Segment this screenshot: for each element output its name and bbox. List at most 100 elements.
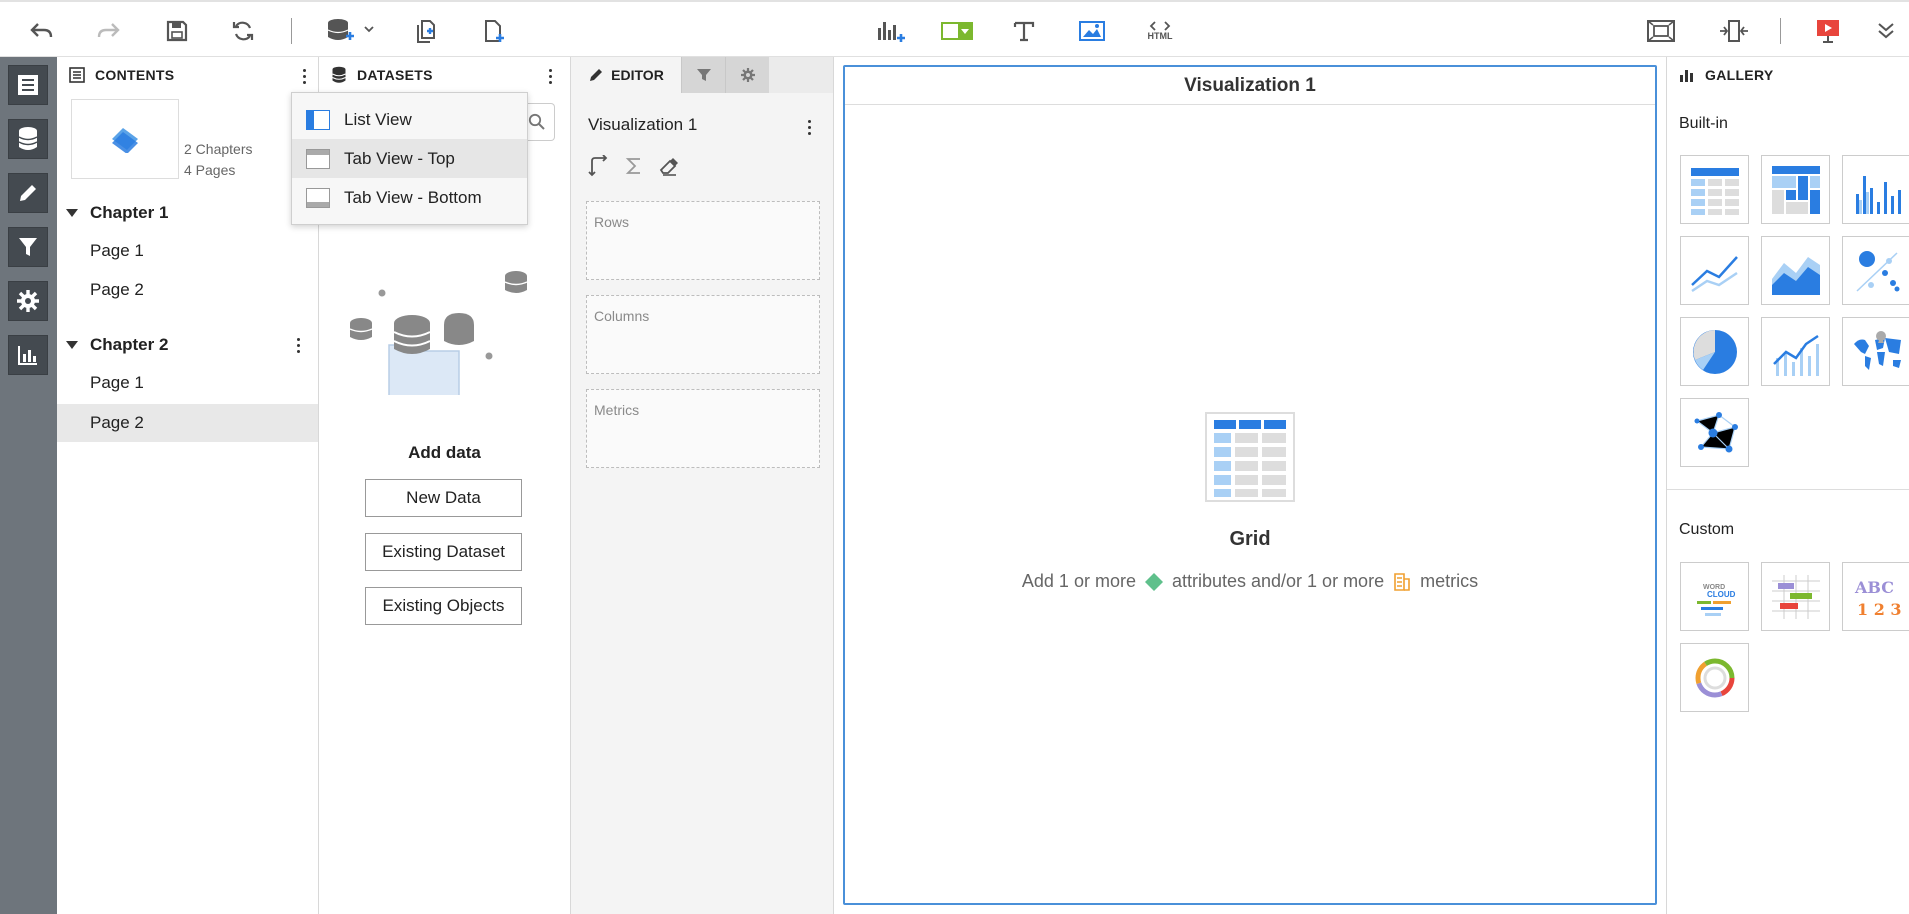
gallery-panel: GALLERY Built-in Custom WORD CLOUD ABC 1… <box>1666 57 1909 914</box>
heatmap-visualization-tile[interactable] <box>1761 155 1830 224</box>
eraser-icon[interactable] <box>658 155 680 182</box>
columns-drop-zone[interactable]: Columns <box>586 295 820 374</box>
main-toolbar: HTML <box>0 0 1909 57</box>
metric-icon <box>1394 572 1410 591</box>
add-data-illustration <box>349 271 528 395</box>
save-icon[interactable] <box>160 14 194 48</box>
undo-icon[interactable] <box>25 14 59 48</box>
contents-header: CONTENTS <box>57 57 318 93</box>
editor-icon[interactable] <box>8 173 48 213</box>
donut-chart-tile[interactable] <box>1680 643 1749 712</box>
rows-drop-zone[interactable]: Rows <box>586 201 820 280</box>
left-rail <box>0 57 57 914</box>
network-tile[interactable] <box>1680 398 1749 467</box>
tab-editor[interactable]: EDITOR <box>571 57 681 93</box>
drop-zone-label: Columns <box>594 308 650 324</box>
list-view-icon <box>306 110 330 130</box>
editor-viz-name: Visualization 1 <box>588 115 698 134</box>
grid-title: Grid <box>1229 528 1271 550</box>
toolbar-separator <box>1780 18 1781 44</box>
chapter-2-page-1[interactable]: Page 1 <box>57 364 318 402</box>
chapter-1-page-1[interactable]: Page 1 <box>57 232 318 270</box>
combo-chart-tile[interactable] <box>1761 317 1830 386</box>
gear-icon <box>740 68 755 82</box>
tab-view-top-icon <box>306 149 330 169</box>
filter-icon[interactable] <box>8 227 48 267</box>
datasets-icon[interactable] <box>8 119 48 159</box>
chapter-expand-icon[interactable] <box>66 341 78 349</box>
editor-tabs: EDITOR <box>571 57 833 93</box>
metrics-drop-zone[interactable]: Metrics <box>586 389 820 468</box>
datasets-more-icon[interactable] <box>540 64 560 88</box>
dossier-thumbnail[interactable] <box>71 99 179 179</box>
contents-summary: 2 Chapters 4 Pages <box>184 139 252 181</box>
duplicate-page-icon[interactable] <box>410 14 444 48</box>
tab-view-bottom-icon <box>306 188 330 208</box>
database-icon <box>332 66 346 83</box>
bar-chart-tile[interactable] <box>1842 155 1909 224</box>
chapter-2[interactable]: Chapter 2 <box>57 326 318 364</box>
contents-view-menu: List View Tab View - Top Tab View - Bott… <box>291 92 528 225</box>
existing-dataset-button[interactable]: Existing Dataset <box>365 533 522 571</box>
dossier-logo-icon <box>112 128 138 153</box>
chapter-1[interactable]: Chapter 1 <box>57 194 318 232</box>
drop-zone-label: Metrics <box>594 402 640 418</box>
chapter-1-page-2[interactable]: Page 2 <box>57 271 318 309</box>
new-data-button[interactable]: New Data <box>365 479 522 517</box>
editor-tab-label: EDITOR <box>611 67 664 83</box>
drop-zone-label: Rows <box>594 214 630 230</box>
gantt-chart-tile[interactable] <box>1761 562 1830 631</box>
contents-more-icon[interactable] <box>294 64 314 88</box>
page-label: Page 2 <box>90 413 144 432</box>
page-label: Page 1 <box>90 373 144 392</box>
grid-placeholder-icon <box>1205 412 1295 502</box>
add-data-icon[interactable] <box>322 14 378 48</box>
html-container-icon[interactable]: HTML <box>1140 14 1180 48</box>
pie-chart-tile[interactable] <box>1680 317 1749 386</box>
menu-item-label: List View <box>344 109 412 129</box>
menu-item-tab-view-top[interactable]: Tab View - Top <box>292 139 527 178</box>
menu-item-list-view[interactable]: List View <box>292 100 527 139</box>
kpi-text-tile[interactable]: ABC 1 2 3 <box>1842 562 1909 631</box>
svg-text:CLOUD: CLOUD <box>1707 590 1736 599</box>
sum-icon[interactable] <box>623 155 645 182</box>
editor-panel: EDITOR Visualization 1 Rows Columns Metr… <box>571 57 834 914</box>
chapter-2-more-icon[interactable] <box>288 333 308 357</box>
custom-label: Custom <box>1679 521 1735 538</box>
fit-to-screen-icon[interactable] <box>1642 14 1680 48</box>
grid-visualization-tile[interactable] <box>1680 155 1749 224</box>
editor-more-icon[interactable] <box>799 115 819 139</box>
word-cloud-tile[interactable]: WORD CLOUD <box>1680 562 1749 631</box>
visualization-container[interactable]: Visualization 1 Grid Add 1 or more attri… <box>843 65 1657 905</box>
chapter-expand-icon[interactable] <box>66 209 78 217</box>
map-tile[interactable] <box>1842 317 1909 386</box>
area-chart-tile[interactable] <box>1761 236 1830 305</box>
contents-icon[interactable] <box>8 65 48 105</box>
swap-icon[interactable] <box>588 154 610 182</box>
line-chart-tile[interactable] <box>1680 236 1749 305</box>
visualization-title[interactable]: Visualization 1 <box>845 67 1655 105</box>
responsive-icon[interactable] <box>1716 14 1752 48</box>
grid-hint: Add 1 or more attributes and/or 1 or mor… <box>845 571 1655 592</box>
existing-objects-button[interactable]: Existing Objects <box>365 587 522 625</box>
page-count: 4 Pages <box>184 162 236 178</box>
settings-icon[interactable] <box>8 281 48 321</box>
filter-selector-icon[interactable] <box>939 14 975 48</box>
new-page-icon[interactable] <box>477 14 511 48</box>
redo-icon[interactable] <box>91 14 125 48</box>
chart-icon <box>1680 70 1693 82</box>
hint-metrics: metrics <box>1420 571 1479 591</box>
presentation-icon[interactable] <box>1810 14 1846 48</box>
format-icon[interactable] <box>8 335 48 375</box>
tab-format[interactable] <box>725 57 769 93</box>
insert-visualization-icon[interactable] <box>872 14 910 48</box>
tab-filter[interactable] <box>681 57 725 93</box>
menu-item-tab-view-bottom[interactable]: Tab View - Bottom <box>292 178 527 217</box>
collapse-toolbar-icon[interactable] <box>1870 14 1902 48</box>
chapter-2-page-2[interactable]: Page 2 <box>57 404 318 442</box>
image-icon[interactable] <box>1074 14 1110 48</box>
text-icon[interactable] <box>1007 14 1041 48</box>
scatter-chart-tile[interactable] <box>1842 236 1909 305</box>
pencil-icon <box>590 69 603 81</box>
refresh-icon[interactable] <box>226 14 260 48</box>
